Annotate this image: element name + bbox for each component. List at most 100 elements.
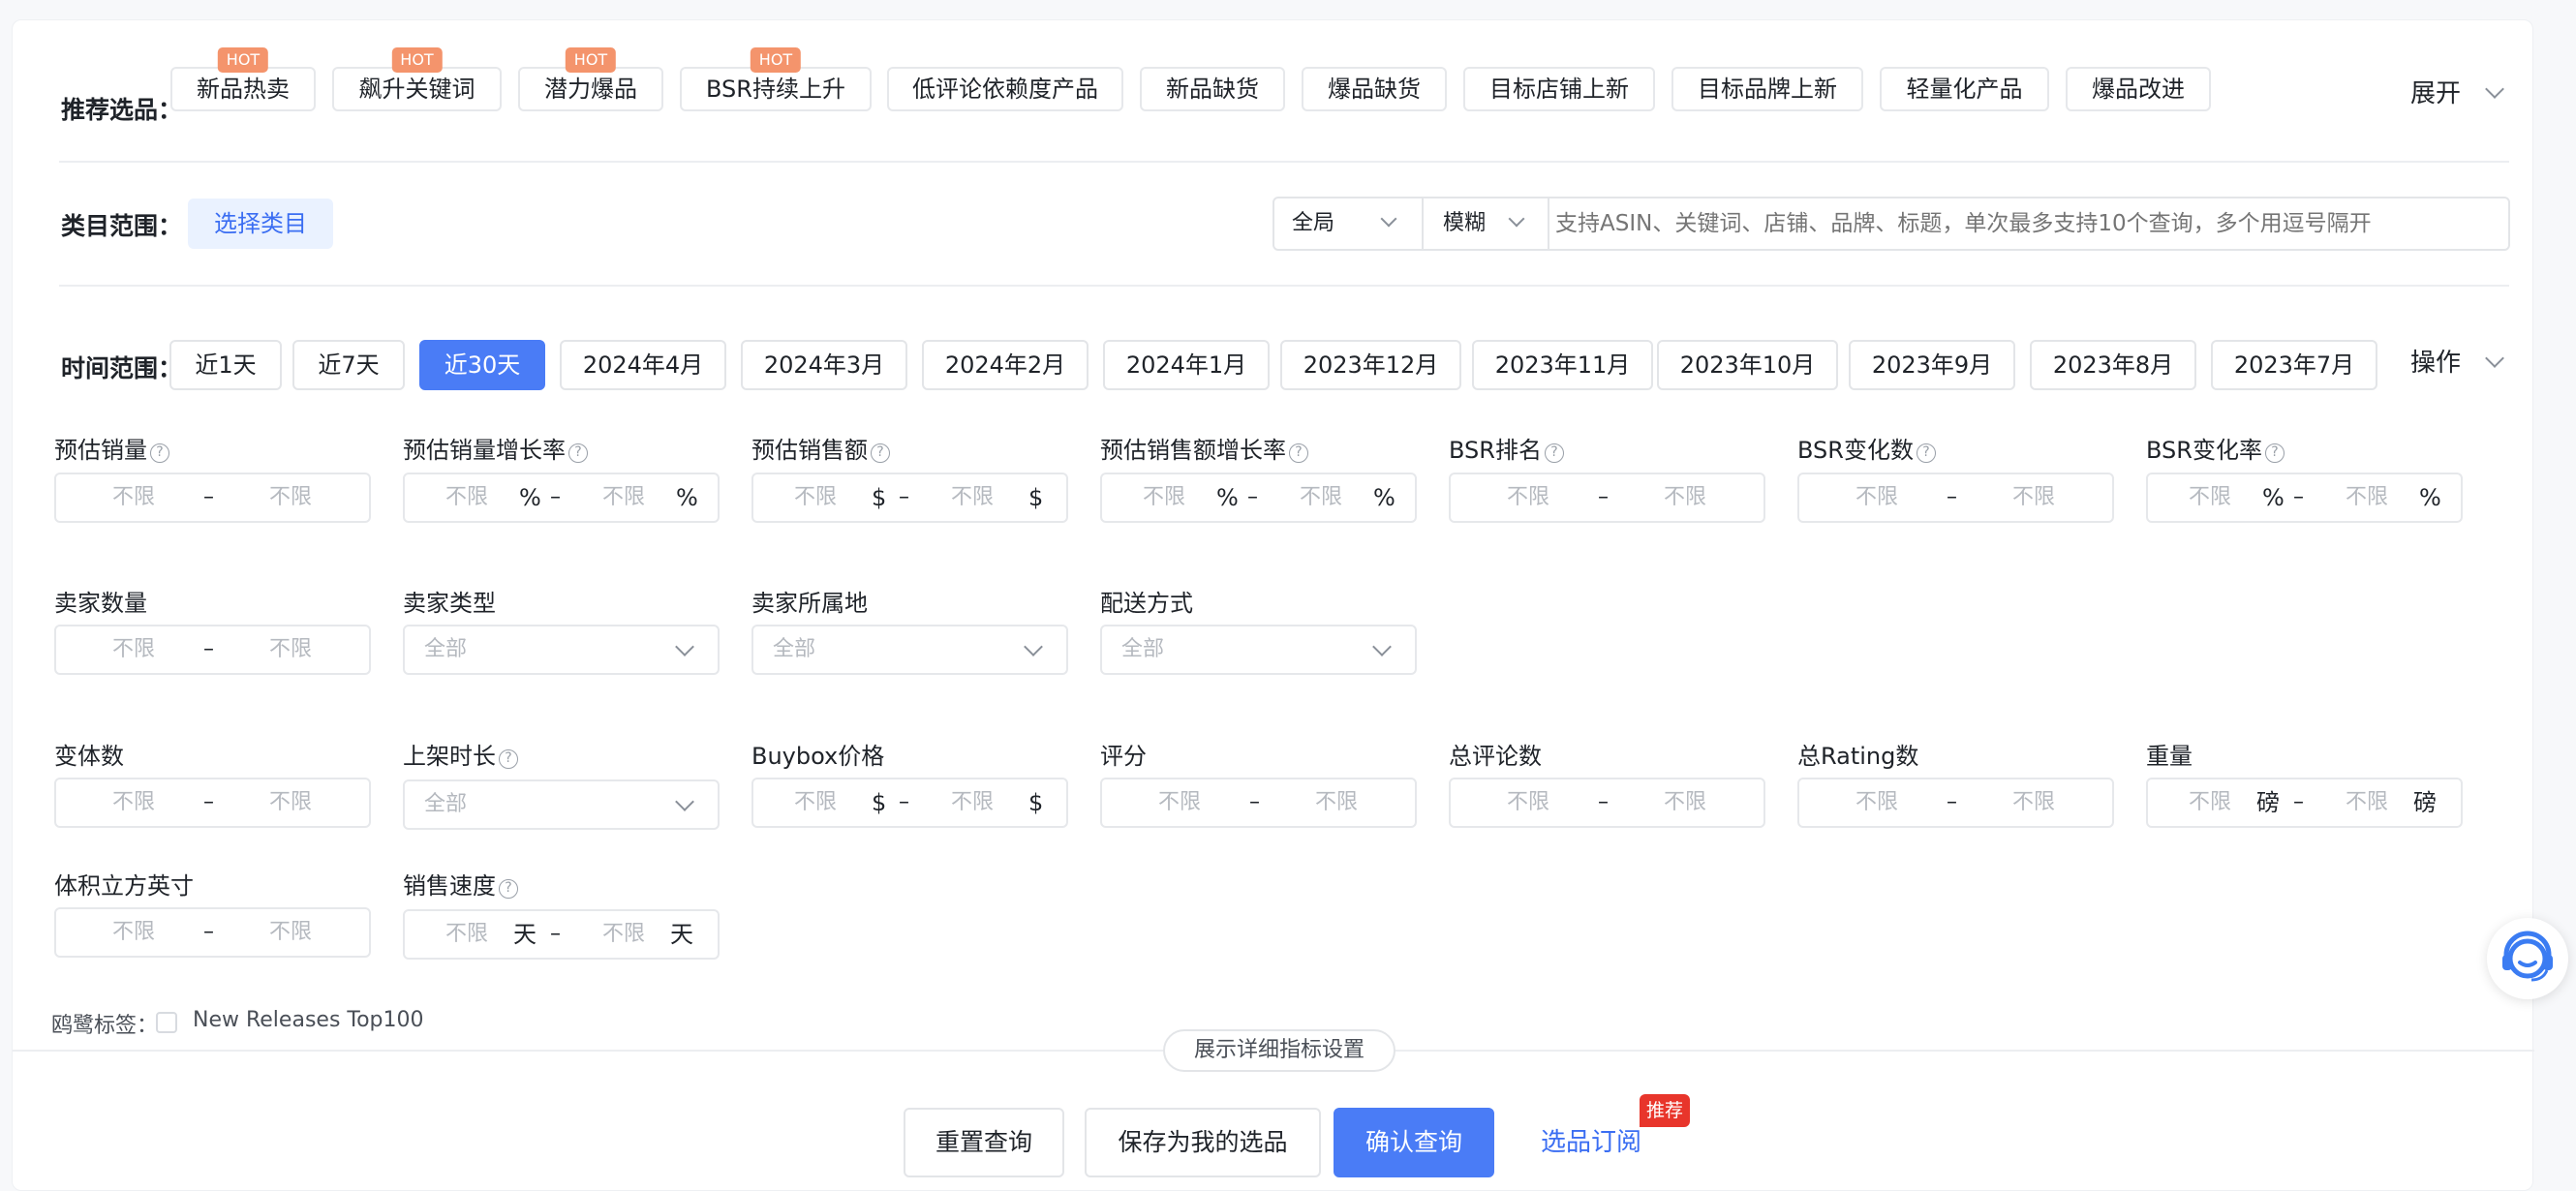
search-input[interactable] [1555, 202, 2495, 245]
select-category-button[interactable]: 选择类目 [188, 198, 333, 249]
divider [59, 285, 2509, 287]
divider [59, 161, 2509, 163]
label-est-revenue-growth: 预估销售额增长率? [1100, 431, 1308, 465]
save-button[interactable]: 保存为我的选品 [1085, 1108, 1321, 1177]
chip-target-brand[interactable]: 目标品牌上新 [1671, 67, 1863, 111]
label-sales-velocity: 销售速度? [403, 867, 518, 901]
chip-new-oos[interactable]: 新品缺货 [1140, 67, 1285, 111]
heron-checkbox[interactable] [156, 1012, 177, 1033]
range-est-sales[interactable]: 不限 – 不限 [54, 473, 371, 523]
time-option[interactable]: 2024年4月 [560, 340, 726, 390]
chip-bsr-rising[interactable]: HOT BSR持续上升 [680, 47, 872, 111]
chevron-down-icon [1024, 637, 1043, 657]
select-delivery[interactable]: 全部 [1100, 625, 1417, 675]
heron-option-label[interactable]: New Releases Top100 [193, 1008, 424, 1032]
chip-improve[interactable]: 爆品改进 [2066, 67, 2211, 111]
label-est-sales: 预估销量? [54, 431, 169, 465]
help-icon[interactable]: ? [568, 443, 588, 463]
label-bsr-rank: BSR排名? [1449, 431, 1564, 465]
chip-hot-oos[interactable]: 爆品缺货 [1302, 67, 1447, 111]
label-est-sales-growth: 预估销量增长率? [403, 431, 588, 465]
filter-panel: 推荐选品： HOT 新品热卖 HOT 飙升关键词 HOT 潜力爆品 HOT BSR持续上… [12, 19, 2534, 1191]
help-icon[interactable]: ? [499, 879, 518, 899]
hot-badge: HOT [565, 47, 617, 73]
label-total-reviews: 总评论数 [1449, 743, 1542, 770]
range-est-revenue[interactable]: 不限 $ – 不限 $ [751, 473, 1068, 523]
label-total-ratings: 总Rating数 [1797, 743, 1919, 770]
help-icon[interactable]: ? [2264, 443, 2285, 463]
time-option[interactable]: 2023年9月 [1849, 340, 2015, 390]
chevron-down-icon [675, 637, 694, 657]
label-variants: 变体数 [54, 743, 124, 770]
match-select[interactable]: 模糊 [1426, 198, 1549, 249]
range-seller-count[interactable]: 不限 – 不限 [54, 625, 371, 675]
select-seller-type[interactable]: 全部 [403, 625, 720, 675]
label-bsr-change-rate: BSR变化率? [2146, 431, 2285, 465]
chip-lightweight[interactable]: 轻量化产品 [1880, 67, 2049, 111]
time-option[interactable]: 2024年3月 [741, 340, 907, 390]
headset-icon [2502, 931, 2553, 982]
range-est-sales-growth[interactable]: 不限% – 不限% [403, 473, 720, 523]
label-buybox-price: Buybox价格 [751, 743, 885, 770]
label-seller-count: 卖家数量 [54, 590, 147, 617]
help-icon[interactable]: ? [1289, 443, 1308, 463]
time-option[interactable]: 2023年11月 [1472, 340, 1653, 390]
heron-label: 鸥鹭标签： [51, 1014, 159, 1038]
time-option[interactable]: 2023年12月 [1280, 340, 1461, 390]
label-delivery: 配送方式 [1100, 590, 1193, 617]
range-est-revenue-growth[interactable]: 不限% – 不限% [1100, 473, 1417, 523]
time-option[interactable]: 2023年10月 [1657, 340, 1838, 390]
chevron-down-icon [2485, 79, 2504, 99]
detail-settings-toggle[interactable]: 展示详细指标设置 [1163, 1029, 1395, 1072]
help-icon[interactable]: ? [1544, 443, 1564, 463]
range-bsr-rank[interactable]: 不限 – 不限 [1449, 473, 1765, 523]
select-listing-age[interactable]: 全部 [403, 779, 720, 830]
time-option[interactable]: 2024年1月 [1103, 340, 1270, 390]
range-rating[interactable]: 不限 – 不限 [1100, 778, 1417, 828]
time-option[interactable]: 2024年2月 [922, 340, 1089, 390]
label-listing-age: 上架时长? [403, 737, 518, 771]
help-icon[interactable]: ? [871, 443, 890, 463]
chevron-down-icon [1380, 210, 1397, 228]
label-seller-location: 卖家所属地 [751, 590, 868, 617]
range-sales-velocity[interactable]: 不限天 – 不限天 [403, 909, 720, 960]
chevron-down-icon [2485, 349, 2504, 368]
range-variants[interactable]: 不限 – 不限 [54, 778, 371, 828]
time-option[interactable]: 近7天 [292, 340, 405, 390]
chip-target-store[interactable]: 目标店铺上新 [1463, 67, 1655, 111]
help-icon[interactable]: ? [150, 443, 169, 463]
chip-rising-keyword[interactable]: HOT 飙升关键词 [332, 47, 502, 111]
range-volume[interactable]: 不限 – 不限 [54, 907, 371, 958]
chip-low-review[interactable]: 低评论依赖度产品 [887, 67, 1123, 111]
subscribe-link[interactable]: 选品订阅 [1541, 1108, 1641, 1177]
range-total-ratings[interactable]: 不限 – 不限 [1797, 778, 2114, 828]
time-option[interactable]: 2023年7月 [2211, 340, 2377, 390]
time-option[interactable]: 近1天 [169, 340, 282, 390]
select-seller-location[interactable]: 全部 [751, 625, 1068, 675]
label-rating: 评分 [1100, 743, 1147, 770]
time-option-active[interactable]: 近30天 [419, 340, 545, 390]
recommend-label: 推荐选品： [61, 96, 183, 124]
scope-select[interactable]: 全局 [1274, 198, 1424, 249]
search-bar: 全局 模糊 [1273, 197, 2510, 251]
range-weight[interactable]: 不限磅 – 不限磅 [2146, 778, 2463, 828]
time-option[interactable]: 2023年8月 [2030, 340, 2196, 390]
time-label: 时间范围： [61, 354, 183, 382]
hot-badge: HOT [750, 47, 802, 73]
confirm-button[interactable]: 确认查询 [1334, 1108, 1494, 1177]
range-bsr-change[interactable]: 不限 – 不限 [1797, 473, 2114, 523]
range-bsr-change-rate[interactable]: 不限% – 不限% [2146, 473, 2463, 523]
customer-service-button[interactable] [2487, 918, 2568, 999]
help-icon[interactable]: ? [499, 749, 518, 769]
chip-new-hot[interactable]: HOT 新品热卖 [170, 47, 316, 111]
reset-button[interactable]: 重置查询 [904, 1108, 1064, 1177]
chevron-down-icon [1372, 637, 1392, 657]
expand-toggle[interactable]: 展开 [2410, 75, 2504, 113]
range-total-reviews[interactable]: 不限 – 不限 [1449, 778, 1765, 828]
operate-toggle[interactable]: 操作 [2410, 344, 2504, 382]
help-icon[interactable]: ? [1916, 443, 1936, 463]
chip-potential[interactable]: HOT 潜力爆品 [518, 47, 663, 111]
range-buybox-price[interactable]: 不限 $ – 不限 $ [751, 778, 1068, 828]
label-volume: 体积立方英寸 [54, 872, 194, 900]
category-label: 类目范围： [61, 212, 183, 240]
